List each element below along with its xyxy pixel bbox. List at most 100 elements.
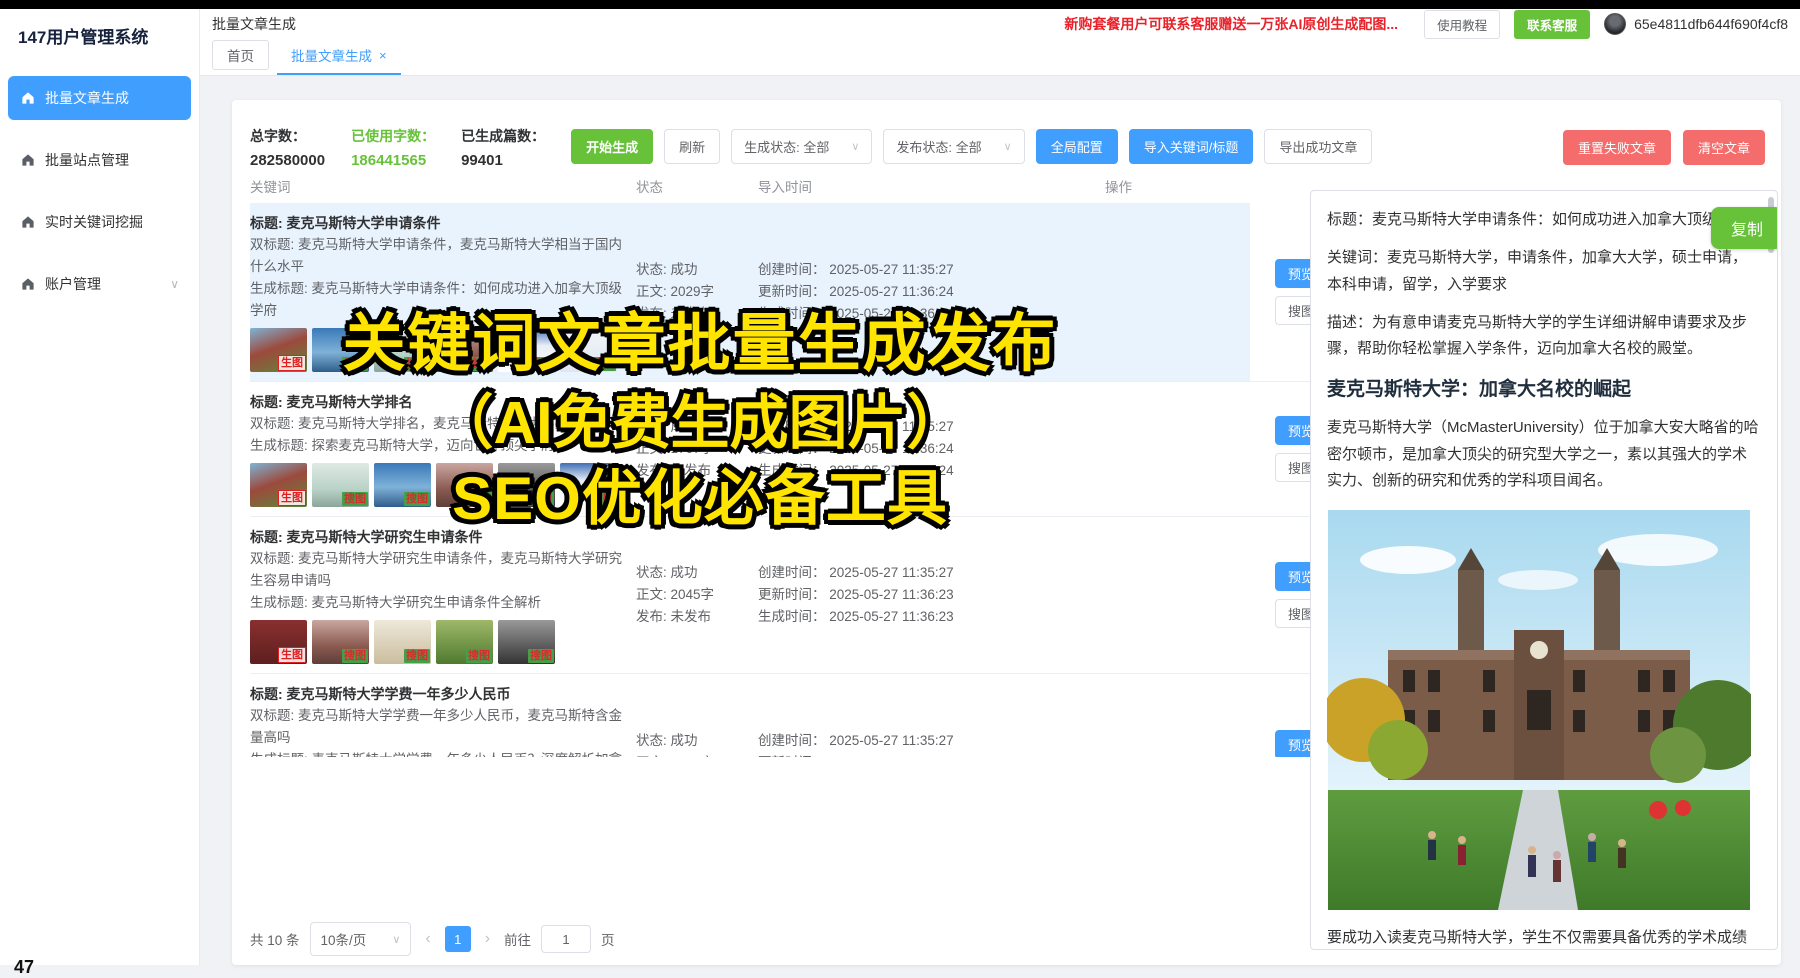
next-page-button[interactable]: › — [481, 930, 494, 948]
thumb-badge: 搜图 — [466, 649, 492, 663]
row-generated-title: 生成标题: 麦克马斯特大学申请条件：如何成功进入加拿大顶级学府 — [250, 278, 630, 322]
stat-total-words: 总字数： 282580000 — [250, 126, 325, 169]
thumbnail[interactable]: 搜图 — [374, 463, 431, 507]
clear-articles-button[interactable]: 清空文章 — [1683, 130, 1765, 165]
prev-page-button[interactable]: ‹ — [421, 930, 434, 948]
user-id: 65e4811dfb644f690f4cf8 — [1634, 16, 1788, 32]
thumbnail[interactable]: 搜图 — [436, 620, 493, 664]
thumb-badge: 搜图 — [342, 649, 368, 663]
thumbnail[interactable]: 搜图 — [374, 328, 431, 372]
page-number-current[interactable]: 1 — [445, 926, 471, 952]
preview-title: 标题：麦克马斯特大学申请条件：如何成功进入加拿大顶级学府 — [1327, 207, 1761, 233]
thumbnail[interactable]: 生图 — [250, 463, 307, 507]
col-import-time: 导入时间 — [750, 176, 1080, 196]
row-double-title: 双标题: 麦克马斯特大学排名，麦克马斯特大学世界排名 — [250, 413, 630, 435]
time-cell: 创建时间： 2025-05-27 11:35:27更新时间： 2025-05-2… — [750, 730, 1080, 757]
table-header: 关键词 状态 导入时间 操作 — [250, 176, 1340, 196]
row-generated-title: 生成标题: 探索麦克马斯特大学，迈向世界顶尖学府 — [250, 435, 630, 457]
close-icon[interactable]: × — [379, 48, 387, 63]
thumbnail[interactable]: 搜图 — [436, 463, 493, 507]
thumbnail[interactable]: 搜图 — [374, 620, 431, 664]
home-icon — [20, 214, 36, 230]
sidebar-item-batch-article[interactable]: 批量文章生成 — [8, 76, 191, 120]
select-value: 发布状态: 全部 — [896, 137, 981, 156]
tab-batch-article[interactable]: 批量文章生成 × — [277, 39, 401, 75]
thumbnail[interactable]: 搜图 — [498, 463, 555, 507]
row-title: 标题: 麦克马斯特大学学费一年多少人民币 — [250, 683, 630, 705]
thumbnail[interactable]: 生图 — [250, 620, 307, 664]
thumbnail[interactable]: 搜图 — [560, 328, 617, 372]
thumb-badge: 搜图 — [528, 492, 554, 506]
time-cell: 创建时间： 2025-05-27 11:35:27更新时间： 2025-05-2… — [750, 562, 1080, 628]
thumb-badge: 搜图 — [404, 492, 430, 506]
start-generate-button[interactable]: 开始生成 — [571, 129, 653, 164]
thumb-badge: 搜图 — [590, 357, 616, 371]
stat-generated-count: 已生成篇数： 99401 — [461, 126, 545, 169]
tutorial-button[interactable]: 使用教程 — [1424, 10, 1500, 39]
announcement-text[interactable]: 新购套餐用户可联系客服赠送一万张AI原创生成配图... — [1064, 14, 1398, 34]
keyword-cell: 标题: 麦克马斯特大学申请条件 双标题: 麦克马斯特大学申请条件，麦克马斯特大学… — [250, 212, 630, 372]
generate-status-select[interactable]: 生成状态: 全部 ∨ — [731, 129, 872, 164]
campus-photo — [1327, 510, 1751, 910]
goto-page-input[interactable] — [541, 925, 591, 953]
thumb-badge: 搜图 — [528, 357, 554, 371]
sidebar-item-account[interactable]: 账户管理 ∨ — [8, 262, 191, 306]
row-generated-title: 生成标题: 麦克马斯特大学研究生申请条件全解析 — [250, 592, 630, 614]
thumb-badge: 搜图 — [342, 357, 368, 371]
sidebar-item-label: 实时关键词挖掘 — [45, 212, 143, 232]
table-row[interactable]: 标题: 麦克马斯特大学研究生申请条件 双标题: 麦克马斯特大学研究生申请条件，麦… — [250, 517, 1410, 674]
select-value: 10条/页 — [321, 929, 367, 949]
preview-footer-cut: 要成功入读麦克马斯特大学，学生不仅需要具备优秀的学术成绩 — [1327, 925, 1761, 950]
export-success-button[interactable]: 导出成功文章 — [1264, 129, 1372, 164]
status-cell: 状态: 成功正文: 1767字发布: 未发布 — [630, 416, 750, 482]
table-row[interactable]: 标题: 麦克马斯特大学排名 双标题: 麦克马斯特大学排名，麦克马斯特大学世界排名… — [250, 382, 1410, 517]
top-black-strip — [0, 0, 1800, 9]
global-config-button[interactable]: 全局配置 — [1036, 129, 1118, 164]
home-icon — [20, 276, 36, 292]
tab-home[interactable]: 首页 — [212, 40, 269, 70]
thumb-badge: 生图 — [278, 647, 306, 663]
thumbnail[interactable]: 搜图 — [498, 328, 555, 372]
contact-support-button[interactable]: 联系客服 — [1514, 10, 1590, 39]
status-cell: 状态: 成功正文: 2045字发布: 未发布 — [630, 562, 750, 628]
thumbnail[interactable]: 搜图 — [560, 463, 617, 507]
preview-body: 麦克马斯特大学（McMasterUniversity）位于加拿大安大略省的哈密尔… — [1327, 415, 1761, 494]
stat-value: 282580000 — [250, 152, 325, 169]
thumbnail[interactable]: 搜图 — [312, 328, 369, 372]
sidebar-item-keyword-mining[interactable]: 实时关键词挖掘 — [8, 200, 191, 244]
sidebar-item-batch-site[interactable]: 批量站点管理 — [8, 138, 191, 182]
table-body: 标题: 麦克马斯特大学申请条件 双标题: 麦克马斯特大学申请条件，麦克马斯特大学… — [250, 203, 1410, 757]
copy-button[interactable]: 复制 — [1711, 207, 1778, 249]
refresh-button[interactable]: 刷新 — [664, 129, 720, 164]
keyword-cell: 标题: 麦克马斯特大学学费一年多少人民币 双标题: 麦克马斯特大学学费一年多少人… — [250, 683, 630, 757]
sidebar-item-label: 账户管理 — [45, 274, 101, 294]
time-cell: 创建时间： 2025-05-27 11:35:27更新时间： 2025-05-2… — [750, 259, 1080, 325]
reset-failed-button[interactable]: 重置失败文章 — [1563, 130, 1671, 165]
stat-label: 已使用字数： — [351, 126, 435, 146]
row-generated-title: 生成标题: 麦克马斯特大学学费一年多少人民币？深度解析加拿大留学费用 — [250, 749, 630, 757]
thumbnail[interactable]: 搜图 — [498, 620, 555, 664]
preview-keywords: 关键词：麦克马斯特大学，申请条件，加拿大大学，硕士申请，本科申请，留学，入学要求 — [1327, 245, 1761, 298]
table-row[interactable]: 标题: 麦克马斯特大学申请条件 双标题: 麦克马斯特大学申请条件，麦克马斯特大学… — [250, 203, 1410, 382]
page-title: 批量文章生成 — [212, 14, 296, 34]
select-value: 生成状态: 全部 — [744, 137, 829, 156]
row-double-title: 双标题: 麦克马斯特大学研究生申请条件，麦克马斯特大学研究生容易申请吗 — [250, 548, 630, 592]
thumb-badge: 搜图 — [342, 492, 368, 506]
thumb-badge: 搜图 — [466, 357, 492, 371]
thumbnail[interactable]: 生图 — [250, 328, 307, 372]
total-count: 共 10 条 — [250, 929, 300, 949]
page-size-select[interactable]: 10条/页 ∨ — [310, 922, 412, 956]
table-row[interactable]: 标题: 麦克马斯特大学学费一年多少人民币 双标题: 麦克马斯特大学学费一年多少人… — [250, 674, 1410, 757]
thumb-badge: 搜图 — [404, 357, 430, 371]
avatar[interactable] — [1604, 13, 1626, 35]
thumbnail[interactable]: 搜图 — [312, 620, 369, 664]
thumbnail[interactable]: 搜图 — [436, 328, 493, 372]
tab-bar: 首页 批量文章生成 × — [200, 39, 1800, 76]
home-icon — [20, 90, 36, 106]
row-title: 标题: 麦克马斯特大学研究生申请条件 — [250, 526, 630, 548]
row-title: 标题: 麦克马斯特大学排名 — [250, 391, 630, 413]
publish-status-select[interactable]: 发布状态: 全部 ∨ — [883, 129, 1024, 164]
import-keywords-button[interactable]: 导入关键词/标题 — [1129, 129, 1254, 164]
time-cell: 创建时间： 2025-05-27 11:35:27更新时间： 2025-05-2… — [750, 416, 1080, 482]
thumbnail[interactable]: 搜图 — [312, 463, 369, 507]
